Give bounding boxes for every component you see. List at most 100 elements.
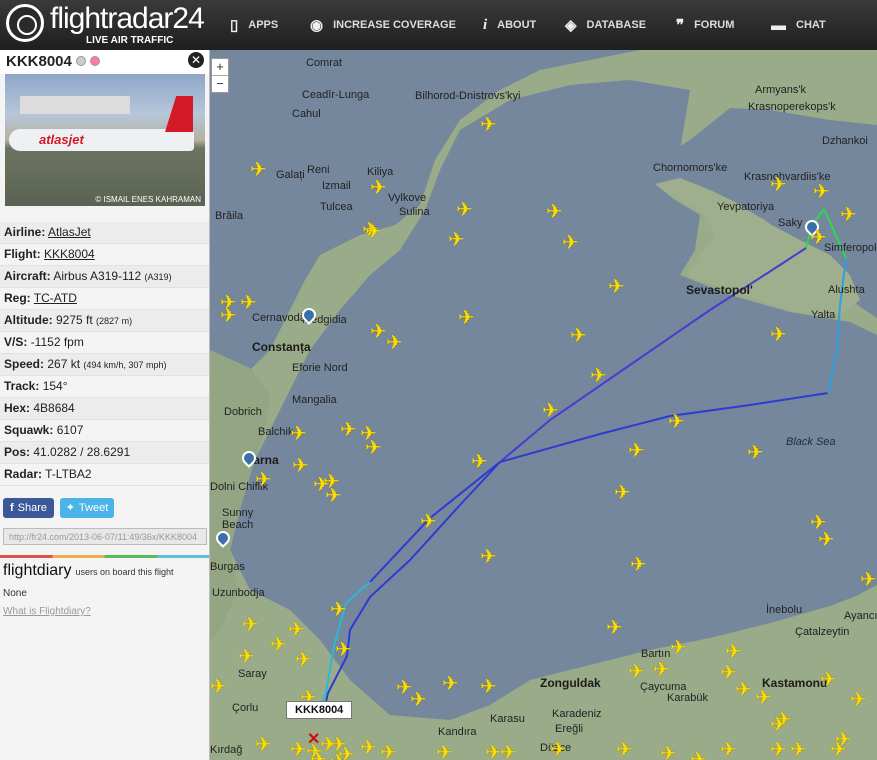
- aircraft-icon[interactable]: ✈: [340, 420, 357, 440]
- aircraft-icon[interactable]: ✈: [770, 325, 787, 345]
- flightradar24-logo[interactable]: flightradar24 LIVE AIR TRAFFIC: [6, 2, 216, 46]
- aircraft-icon[interactable]: ✈: [410, 690, 427, 710]
- registration-link[interactable]: TC-ATD: [34, 291, 77, 305]
- aircraft-icon[interactable]: ✈: [370, 178, 387, 198]
- selected-aircraft-icon[interactable]: ✕: [307, 729, 320, 749]
- aircraft-icon[interactable]: ✈: [480, 677, 497, 697]
- aircraft-icon[interactable]: ✈: [747, 443, 764, 463]
- aircraft-icon[interactable]: ✈: [542, 401, 559, 421]
- zoom-out-button[interactable]: −: [212, 75, 228, 92]
- aircraft-icon[interactable]: ✈: [670, 638, 687, 658]
- aircraft-icon[interactable]: ✈: [290, 424, 307, 444]
- aircraft-icon[interactable]: ✈: [606, 618, 623, 638]
- aircraft-icon[interactable]: ✈: [725, 642, 742, 662]
- aircraft-icon[interactable]: ✈: [820, 670, 837, 690]
- aircraft-icon[interactable]: ✈: [448, 230, 465, 250]
- aircraft-icon[interactable]: ✈: [365, 222, 382, 242]
- aircraft-icon[interactable]: ✈: [500, 743, 517, 760]
- aircraft-icon[interactable]: ✈: [330, 600, 347, 620]
- aircraft-icon[interactable]: ✈: [458, 308, 475, 328]
- aircraft-icon[interactable]: ✈: [590, 366, 607, 386]
- aircraft-icon[interactable]: ✈: [570, 326, 587, 346]
- flight-link[interactable]: KKK8004: [44, 247, 95, 261]
- aircraft-icon[interactable]: ✈: [365, 438, 382, 458]
- aircraft-icon[interactable]: ✈: [562, 233, 579, 253]
- aircraft-icon[interactable]: ✈: [290, 740, 307, 760]
- aircraft-icon[interactable]: ✈: [310, 750, 327, 760]
- aircraft-icon[interactable]: ✈: [660, 744, 677, 760]
- aircraft-icon[interactable]: ✈: [770, 175, 787, 195]
- aircraft-icon[interactable]: ✈: [292, 456, 309, 476]
- selected-flight-label[interactable]: KKK8004: [286, 701, 353, 719]
- aircraft-icon[interactable]: ✈: [830, 740, 847, 760]
- aircraft-icon[interactable]: ✈: [480, 547, 497, 567]
- aircraft-icon[interactable]: ✈: [755, 688, 772, 708]
- facebook-share-button[interactable]: f Share: [3, 498, 54, 518]
- aircraft-icon[interactable]: ✈: [240, 293, 257, 313]
- aircraft-icon[interactable]: ✈: [616, 740, 633, 760]
- aircraft-icon[interactable]: ✈: [255, 470, 272, 490]
- aircraft-photo[interactable]: atlasjet © ISMAIL ENES KAHRAMAN: [5, 74, 205, 206]
- aircraft-icon[interactable]: ✈: [325, 486, 342, 506]
- aircraft-icon[interactable]: ✈: [210, 677, 227, 697]
- aircraft-icon[interactable]: ✈: [546, 202, 563, 222]
- nav-forum[interactable]: ❞ FORUM: [676, 0, 734, 50]
- tweet-button[interactable]: ✦ Tweet: [60, 498, 114, 518]
- nav-database[interactable]: ◈ DATABASE: [565, 0, 646, 50]
- aircraft-icon[interactable]: ✈: [770, 715, 787, 735]
- aircraft-icon[interactable]: ✈: [790, 740, 807, 760]
- aircraft-icon[interactable]: ✈: [442, 674, 459, 694]
- aircraft-icon[interactable]: ✈: [614, 483, 631, 503]
- detail-radar: Radar: T-LTBA2: [0, 464, 209, 486]
- aircraft-icon[interactable]: ✈: [628, 441, 645, 461]
- aircraft-icon[interactable]: ✈: [770, 740, 787, 760]
- aircraft-icon[interactable]: ✈: [720, 740, 737, 760]
- aircraft-icon[interactable]: ✈: [628, 662, 645, 682]
- aircraft-icon[interactable]: ✈: [550, 740, 567, 760]
- aircraft-icon[interactable]: ✈: [288, 620, 305, 640]
- map-view[interactable]: + − Comrat Ceadîr-Lunga Bilhorod-Dnistrovs…: [210, 50, 877, 760]
- aircraft-icon[interactable]: ✈: [668, 412, 685, 432]
- aircraft-icon[interactable]: ✈: [335, 640, 352, 660]
- aircraft-icon[interactable]: ✈: [255, 735, 272, 755]
- aircraft-icon[interactable]: ✈: [818, 530, 835, 550]
- aircraft-icon[interactable]: ✈: [480, 115, 497, 135]
- aircraft-icon[interactable]: ✈: [380, 743, 397, 760]
- aircraft-icon[interactable]: ✈: [735, 680, 752, 700]
- aircraft-icon[interactable]: ✈: [420, 512, 437, 532]
- aircraft-icon[interactable]: ✈: [850, 690, 867, 710]
- aircraft-icon[interactable]: ✈: [471, 452, 488, 472]
- aircraft-icon[interactable]: ✈: [456, 200, 473, 220]
- aircraft-icon[interactable]: ✈: [653, 660, 670, 680]
- flight-url-field[interactable]: http://fr24.com/2013-06-07/11:49/36x/KKK…: [3, 528, 207, 545]
- aircraft-icon[interactable]: ✈: [295, 650, 312, 670]
- airline-link[interactable]: AtlasJet: [48, 225, 91, 239]
- nav-chat[interactable]: ▬ CHAT: [771, 0, 826, 50]
- photo-credit: © ISMAIL ENES KAHRAMAN: [95, 195, 201, 204]
- aircraft-icon[interactable]: ✈: [386, 333, 403, 353]
- aircraft-icon[interactable]: ✈: [242, 615, 259, 635]
- aircraft-icon[interactable]: ✈: [270, 635, 287, 655]
- aircraft-icon[interactable]: ✈: [436, 743, 453, 760]
- zoom-in-button[interactable]: +: [212, 59, 228, 75]
- map-place-label: Chornomors'ke: [653, 162, 728, 174]
- aircraft-icon[interactable]: ✈: [220, 306, 237, 326]
- aircraft-icon[interactable]: ✈: [370, 322, 387, 342]
- nav-about[interactable]: i ABOUT: [483, 0, 536, 50]
- what-is-flightdiary-link[interactable]: What is Flightdiary?: [3, 606, 91, 617]
- aircraft-icon[interactable]: ✈: [608, 277, 625, 297]
- aircraft-icon[interactable]: ✈: [810, 228, 827, 248]
- aircraft-icon[interactable]: ✈: [238, 647, 255, 667]
- aircraft-icon[interactable]: ✈: [360, 738, 377, 758]
- nav-increase-coverage[interactable]: ◉ INCREASE COVERAGE: [310, 0, 456, 50]
- close-panel-button[interactable]: ✕: [188, 52, 204, 68]
- aircraft-icon[interactable]: ✈: [250, 160, 267, 180]
- aircraft-icon[interactable]: ✈: [860, 570, 877, 590]
- aircraft-icon[interactable]: ✈: [840, 205, 857, 225]
- aircraft-icon[interactable]: ✈: [338, 745, 355, 760]
- aircraft-icon[interactable]: ✈: [813, 182, 830, 202]
- aircraft-icon[interactable]: ✈: [630, 555, 647, 575]
- nav-apps[interactable]: ▯ APPS: [230, 0, 278, 50]
- detail-hex: Hex: 4B8684: [0, 398, 209, 420]
- aircraft-icon[interactable]: ✈: [690, 750, 707, 760]
